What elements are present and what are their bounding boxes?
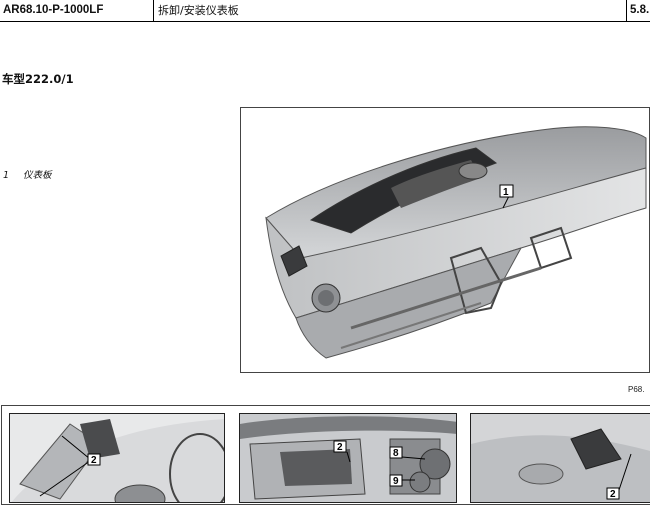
document-header: AR68.10-P-1000LF 拆卸/安装仪表板 5.8. xyxy=(0,0,650,22)
callout-label: 2 xyxy=(337,442,343,453)
callout-label: 1 xyxy=(503,187,509,198)
callout-label: 8 xyxy=(393,448,399,459)
vehicle-model-label: 车型222.0/1 xyxy=(2,72,74,86)
step-figure: 2 xyxy=(470,413,650,503)
legend-item: 1 仪表板 xyxy=(3,167,52,181)
callout-label: 2 xyxy=(610,489,616,500)
callout-label: 9 xyxy=(393,476,399,487)
callout-label: 2 xyxy=(91,455,97,466)
step-illustration: 2 xyxy=(471,414,650,502)
doc-title: 拆卸/安装仪表板 xyxy=(158,4,239,17)
figure-reference: P68. xyxy=(628,385,645,394)
legend-text: 仪表板 xyxy=(23,170,52,181)
page-number: 5.8. xyxy=(630,4,650,16)
legend-number: 1 xyxy=(3,170,10,181)
step-illustration: 2 8 9 xyxy=(240,414,456,502)
header-divider xyxy=(626,0,627,21)
step-figure: 2 8 9 xyxy=(239,413,457,503)
dashboard-illustration: 1 xyxy=(265,126,647,359)
dashboard-figure: 1 xyxy=(240,107,650,373)
step-figure: 2 xyxy=(9,413,225,503)
step-illustration: 2 xyxy=(10,414,224,502)
doc-code: AR68.10-P-1000LF xyxy=(3,4,104,16)
header-divider xyxy=(153,0,154,21)
